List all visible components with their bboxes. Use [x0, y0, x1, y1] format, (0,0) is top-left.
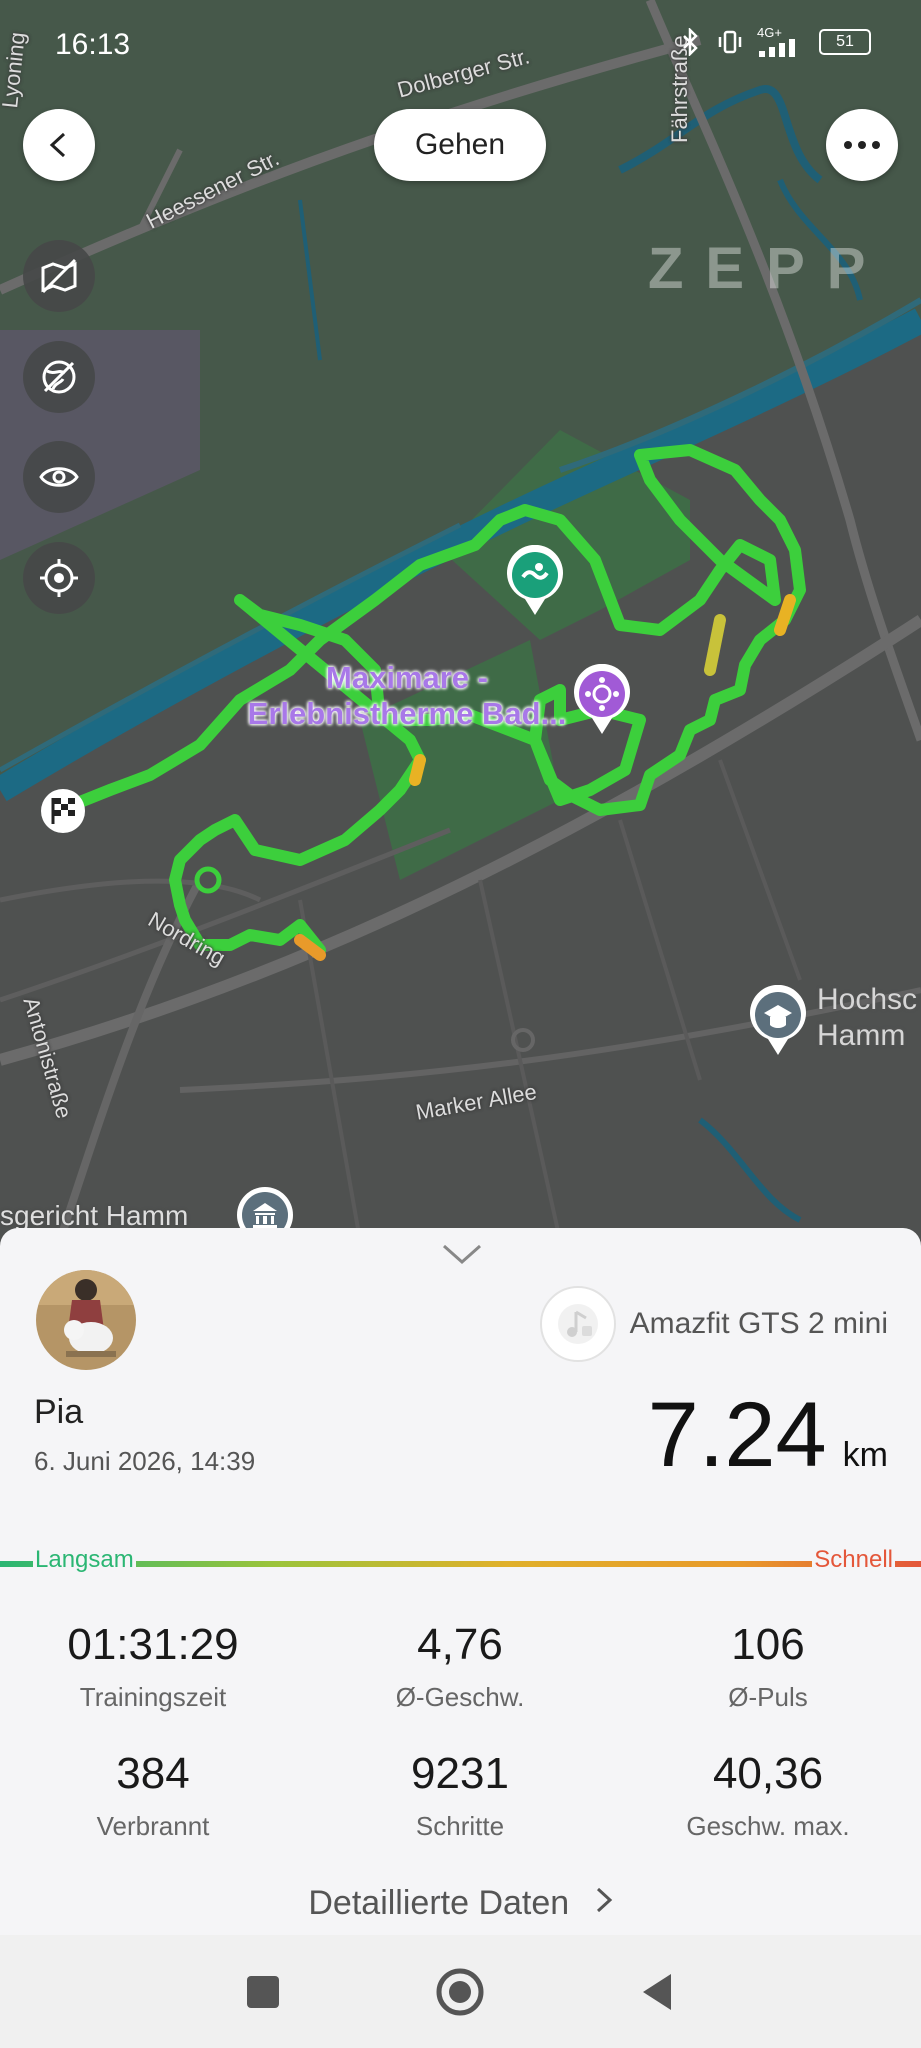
activity-mode-pill[interactable]: Gehen [374, 109, 546, 181]
stat-label: Trainingszeit [79, 1682, 227, 1712]
avatar-photo [36, 1270, 136, 1370]
stat-avg-speed: 4,76 Ø-Geschw. [310, 1620, 610, 1713]
status-icons: 4G+ 51 [677, 26, 871, 57]
activity-date: 6. Juni 2026, 14:39 [34, 1446, 256, 1476]
music-note-icon [557, 1304, 598, 1344]
chevron-down-icon[interactable] [440, 1242, 484, 1266]
stat-value: 01:31:29 [67, 1620, 239, 1669]
back-triangle-icon [643, 1974, 671, 2010]
speed-slow-label: Langsam [33, 1546, 136, 1574]
globe-toggle-button[interactable] [23, 341, 95, 413]
distance-unit: km [842, 1436, 888, 1474]
map-layers-off-icon [41, 258, 77, 294]
distance-display: 7.24 km [648, 1383, 888, 1488]
back-button[interactable] [23, 109, 95, 181]
status-time: 16:13 [55, 28, 131, 61]
chevron-right-icon [596, 1887, 612, 1913]
stat-label: Ø-Geschw. [395, 1682, 525, 1712]
route-map[interactable]: Dolberger Str. Heessener Str. Fährstraße… [0, 0, 921, 1240]
device-icon [539, 1286, 616, 1362]
activity-summary-sheet[interactable]: Amazfit GTS 2 mini Pia 6. Juni 2026, 14:… [0, 1228, 921, 1935]
network-type: 4G+ [757, 25, 782, 40]
stat-value: 40,36 [712, 1749, 824, 1798]
bluetooth-icon [683, 27, 698, 56]
stat-value: 384 [116, 1749, 190, 1798]
chevron-left-icon [49, 132, 66, 158]
signal-icon [759, 39, 795, 57]
square-icon [247, 1976, 279, 2008]
home-button[interactable] [425, 1957, 495, 2027]
eye-icon [39, 467, 79, 487]
stat-value: 106 [731, 1620, 805, 1669]
zepp-watermark: ZEPP [648, 236, 888, 301]
visibility-button[interactable] [23, 441, 95, 513]
vibrate-icon [718, 30, 742, 53]
speed-fast-label: Schnell [812, 1546, 895, 1574]
globe-off-icon [42, 360, 76, 394]
poi-marker-icon[interactable] [572, 664, 632, 736]
home-circle-icon [436, 1968, 484, 2016]
device-info: Amazfit GTS 2 mini [539, 1286, 888, 1362]
system-back-button[interactable] [622, 1957, 692, 2027]
crosshair-icon [40, 559, 78, 597]
locate-button[interactable] [23, 542, 95, 614]
finish-flag-icon [41, 789, 85, 833]
stat-label: Verbrannt [96, 1811, 210, 1841]
university-label[interactable]: Hochsc Hamm [817, 982, 921, 1054]
user-name: Pia [34, 1393, 84, 1431]
stat-label: Ø-Puls [728, 1682, 808, 1712]
university-marker-icon[interactable] [748, 985, 808, 1057]
detailed-data-label: Detaillierte Daten [308, 1884, 570, 1922]
stat-avg-pulse: 106 Ø-Puls [618, 1620, 918, 1713]
more-options-button[interactable] [826, 109, 898, 181]
detailed-data-link[interactable]: Detaillierte Daten [0, 1884, 921, 1923]
stat-label: Schritte [415, 1811, 505, 1841]
stat-steps: 9231 Schritte [310, 1749, 610, 1842]
waterpark-marker-icon[interactable] [505, 545, 565, 617]
more-dots-icon [844, 141, 880, 149]
poi-label[interactable]: Maximare - Erlebnistherme Bad... [242, 660, 572, 732]
map-style-button[interactable] [23, 240, 95, 312]
stat-value: 9231 [411, 1749, 509, 1798]
status-bar: 16:13 4G+ 51 [0, 0, 921, 90]
speed-scale-bar [0, 1561, 921, 1567]
stat-label: Geschw. max. [686, 1811, 850, 1841]
battery-indicator: 51 [819, 28, 871, 55]
stat-calories: 384 Verbrannt [3, 1749, 303, 1842]
recents-button[interactable] [228, 1957, 298, 2027]
stat-training-time: 01:31:29 Trainingszeit [3, 1620, 303, 1713]
distance-value: 7.24 [647, 1384, 827, 1486]
system-nav-bar [0, 1935, 921, 2048]
stat-max-speed: 40,36 Geschw. max. [618, 1749, 918, 1842]
device-name: Amazfit GTS 2 mini [629, 1307, 888, 1340]
stat-value: 4,76 [417, 1620, 503, 1669]
avatar[interactable] [36, 1270, 136, 1370]
